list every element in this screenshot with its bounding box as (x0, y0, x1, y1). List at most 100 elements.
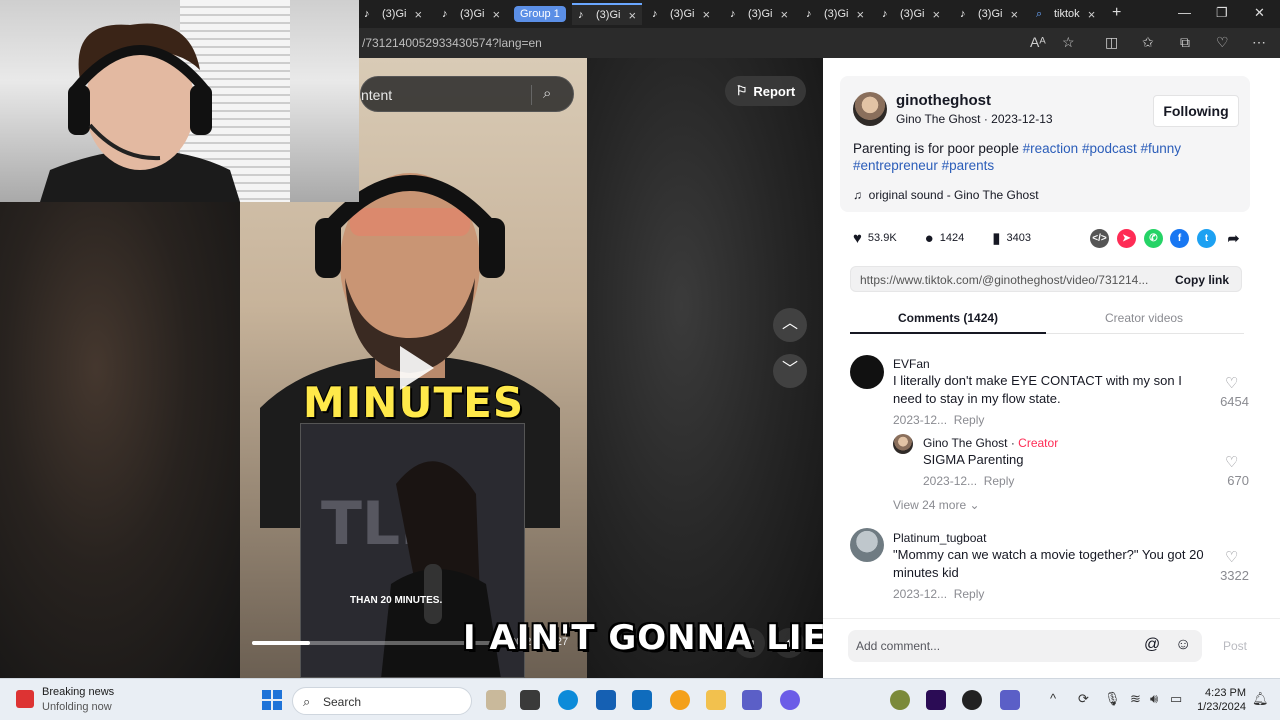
whatsapp-icon[interactable]: ✆ (1144, 229, 1163, 248)
twitter-icon[interactable]: t (1197, 229, 1216, 248)
tab-group-chip[interactable]: Group 1 (514, 6, 566, 22)
heart-outline-icon[interactable]: ♡ (1225, 548, 1238, 566)
extension-icon[interactable]: ♡ (1216, 34, 1229, 51)
edge-browser-icon[interactable] (558, 690, 578, 710)
close-tab-icon[interactable]: × (1010, 7, 1018, 22)
collections-icon[interactable]: ⧉ (1180, 34, 1190, 51)
notification-bell-icon[interactable]: 🔔︎ (1252, 691, 1269, 707)
sync-icon[interactable]: ⟳ (1078, 691, 1089, 707)
hashtag-link[interactable]: #reaction (1023, 141, 1079, 156)
heart-outline-icon[interactable]: ♡ (1225, 374, 1238, 392)
file-explorer-icon[interactable] (706, 690, 726, 710)
mention-icon[interactable]: @ (1144, 636, 1160, 654)
microphone-icon[interactable]: 🎙︎ (1104, 691, 1121, 707)
facebook-icon[interactable]: f (1170, 229, 1189, 248)
browser-tab[interactable]: ⌕ tiktok × (1036, 3, 1095, 25)
windows-start-icon[interactable] (262, 690, 282, 710)
hashtag-link[interactable]: #funny (1141, 141, 1182, 156)
reply-link[interactable]: Reply (954, 587, 985, 601)
sound-link[interactable]: ♫ original sound - Gino The Ghost (853, 188, 1039, 202)
avatar[interactable] (850, 355, 884, 389)
close-tab-icon[interactable]: × (1088, 7, 1096, 22)
search-icon[interactable]: ⌕ (543, 85, 551, 102)
browser-tab[interactable]: ♪ (3)Gi × (652, 3, 710, 25)
browser-tab-active[interactable]: ♪ (3)Gi × (572, 3, 643, 25)
address-url[interactable]: /7312140052933430574?lang=en (362, 36, 542, 50)
browser-tab[interactable]: ♪ (3)Gi × (806, 3, 864, 25)
split-screen-icon[interactable]: ◫ (1105, 34, 1118, 51)
mail-icon[interactable] (632, 690, 652, 710)
previous-video-button[interactable]: ︿ (773, 308, 807, 342)
minimize-icon[interactable]: — (1178, 5, 1191, 20)
task-view-icon[interactable] (520, 690, 540, 710)
heart-icon[interactable]: ♥ (853, 230, 862, 247)
comment-icon[interactable]: ● (925, 230, 934, 247)
comment-author[interactable]: EVFan (893, 357, 930, 371)
news-widget-title[interactable]: Breaking news (42, 686, 114, 698)
speaker-icon[interactable]: 🔊︎ (1150, 691, 1158, 707)
close-tab-icon[interactable]: × (492, 7, 500, 22)
teams-icon[interactable] (742, 690, 762, 710)
tab-comments[interactable]: Comments (1424) (898, 311, 998, 325)
add-comment-field[interactable]: Add comment... @ ☺ (848, 630, 1202, 662)
browser-tab[interactable]: ♪ (3)Gi × (960, 3, 1018, 25)
news-widget-icon[interactable] (16, 690, 34, 708)
premiere-icon[interactable] (926, 690, 946, 710)
comment-author[interactable]: Platinum_tugboat (893, 531, 986, 545)
play-icon[interactable] (400, 346, 434, 390)
hashtag-link[interactable]: #entrepreneur (853, 158, 938, 173)
browser-tab[interactable]: ♪ (3)Gi × (882, 3, 940, 25)
avatar[interactable] (893, 434, 913, 454)
copilot-app-icon[interactable] (486, 690, 506, 710)
taskbar-search[interactable]: ⌕ Search (292, 687, 472, 715)
next-video-button[interactable]: ﹀ (773, 354, 807, 388)
browser-tab[interactable]: ♪ (3)Gi × (730, 3, 788, 25)
share-arrow-icon[interactable]: ➦ (1224, 229, 1243, 248)
close-tab-icon[interactable]: × (414, 7, 422, 22)
hashtag-link[interactable]: #parents (942, 158, 995, 173)
more-menu-icon[interactable]: ⋯ (1252, 34, 1266, 51)
system-clock[interactable]: 4:23 PM 1/23/2024 (1190, 686, 1246, 714)
copilot-icon[interactable] (780, 690, 800, 710)
show-hidden-icons-icon[interactable]: ^ (1050, 691, 1056, 706)
close-tab-icon[interactable]: × (780, 7, 788, 22)
browser-tab[interactable]: ♪ (3)Gi × (364, 3, 422, 25)
send-icon[interactable]: ➤ (1117, 229, 1136, 248)
search-box[interactable]: ntent ⌕ (360, 76, 574, 112)
avatar[interactable] (850, 528, 884, 562)
emoji-icon[interactable]: ☺ (1175, 636, 1191, 654)
reply-link[interactable]: Reply (984, 474, 1015, 488)
reply-link[interactable]: Reply (954, 413, 985, 427)
hashtag-link[interactable]: #podcast (1082, 141, 1137, 156)
bookmark-icon[interactable]: ▮ (992, 229, 1000, 247)
post-comment-button[interactable]: Post (1223, 639, 1247, 653)
wifi-icon[interactable]: ≋ (1130, 691, 1141, 707)
favorite-star-icon[interactable]: ☆ (1062, 34, 1075, 51)
close-window-icon[interactable]: ✕ (1254, 5, 1265, 21)
new-tab-button[interactable]: + (1112, 4, 1121, 22)
tab-creator-videos[interactable]: Creator videos (1105, 311, 1183, 325)
bitcoin-app-icon[interactable] (670, 690, 690, 710)
following-button[interactable]: Following (1153, 95, 1239, 127)
favorites-icon[interactable]: ✩ (1142, 34, 1154, 51)
store-icon[interactable] (596, 690, 616, 710)
video-progress-bar[interactable] (252, 641, 494, 645)
teams-chat-icon[interactable] (1000, 690, 1020, 710)
close-tab-icon[interactable]: × (702, 7, 710, 22)
post-username[interactable]: ginotheghost (896, 92, 991, 109)
avatar[interactable] (853, 92, 887, 126)
search-input[interactable]: ntent (361, 87, 392, 103)
close-tab-icon[interactable]: × (932, 7, 940, 22)
embed-icon[interactable]: </> (1090, 229, 1109, 248)
view-more-replies[interactable]: View 24 more ⌄ (893, 498, 980, 512)
copy-link-button[interactable]: Copy link (1175, 273, 1229, 287)
money-app-icon[interactable] (890, 690, 910, 710)
browser-tab[interactable]: ♪ (3)Gi × (442, 3, 500, 25)
heart-outline-icon[interactable]: ♡ (1225, 453, 1238, 471)
obs-icon[interactable] (962, 690, 982, 710)
close-tab-icon[interactable]: × (856, 7, 864, 22)
close-tab-icon[interactable]: × (628, 8, 636, 23)
read-aloud-icon[interactable]: Aᴬ (1030, 34, 1046, 50)
restore-icon[interactable]: ❐ (1216, 5, 1228, 21)
battery-icon[interactable]: ▭ (1170, 691, 1182, 707)
